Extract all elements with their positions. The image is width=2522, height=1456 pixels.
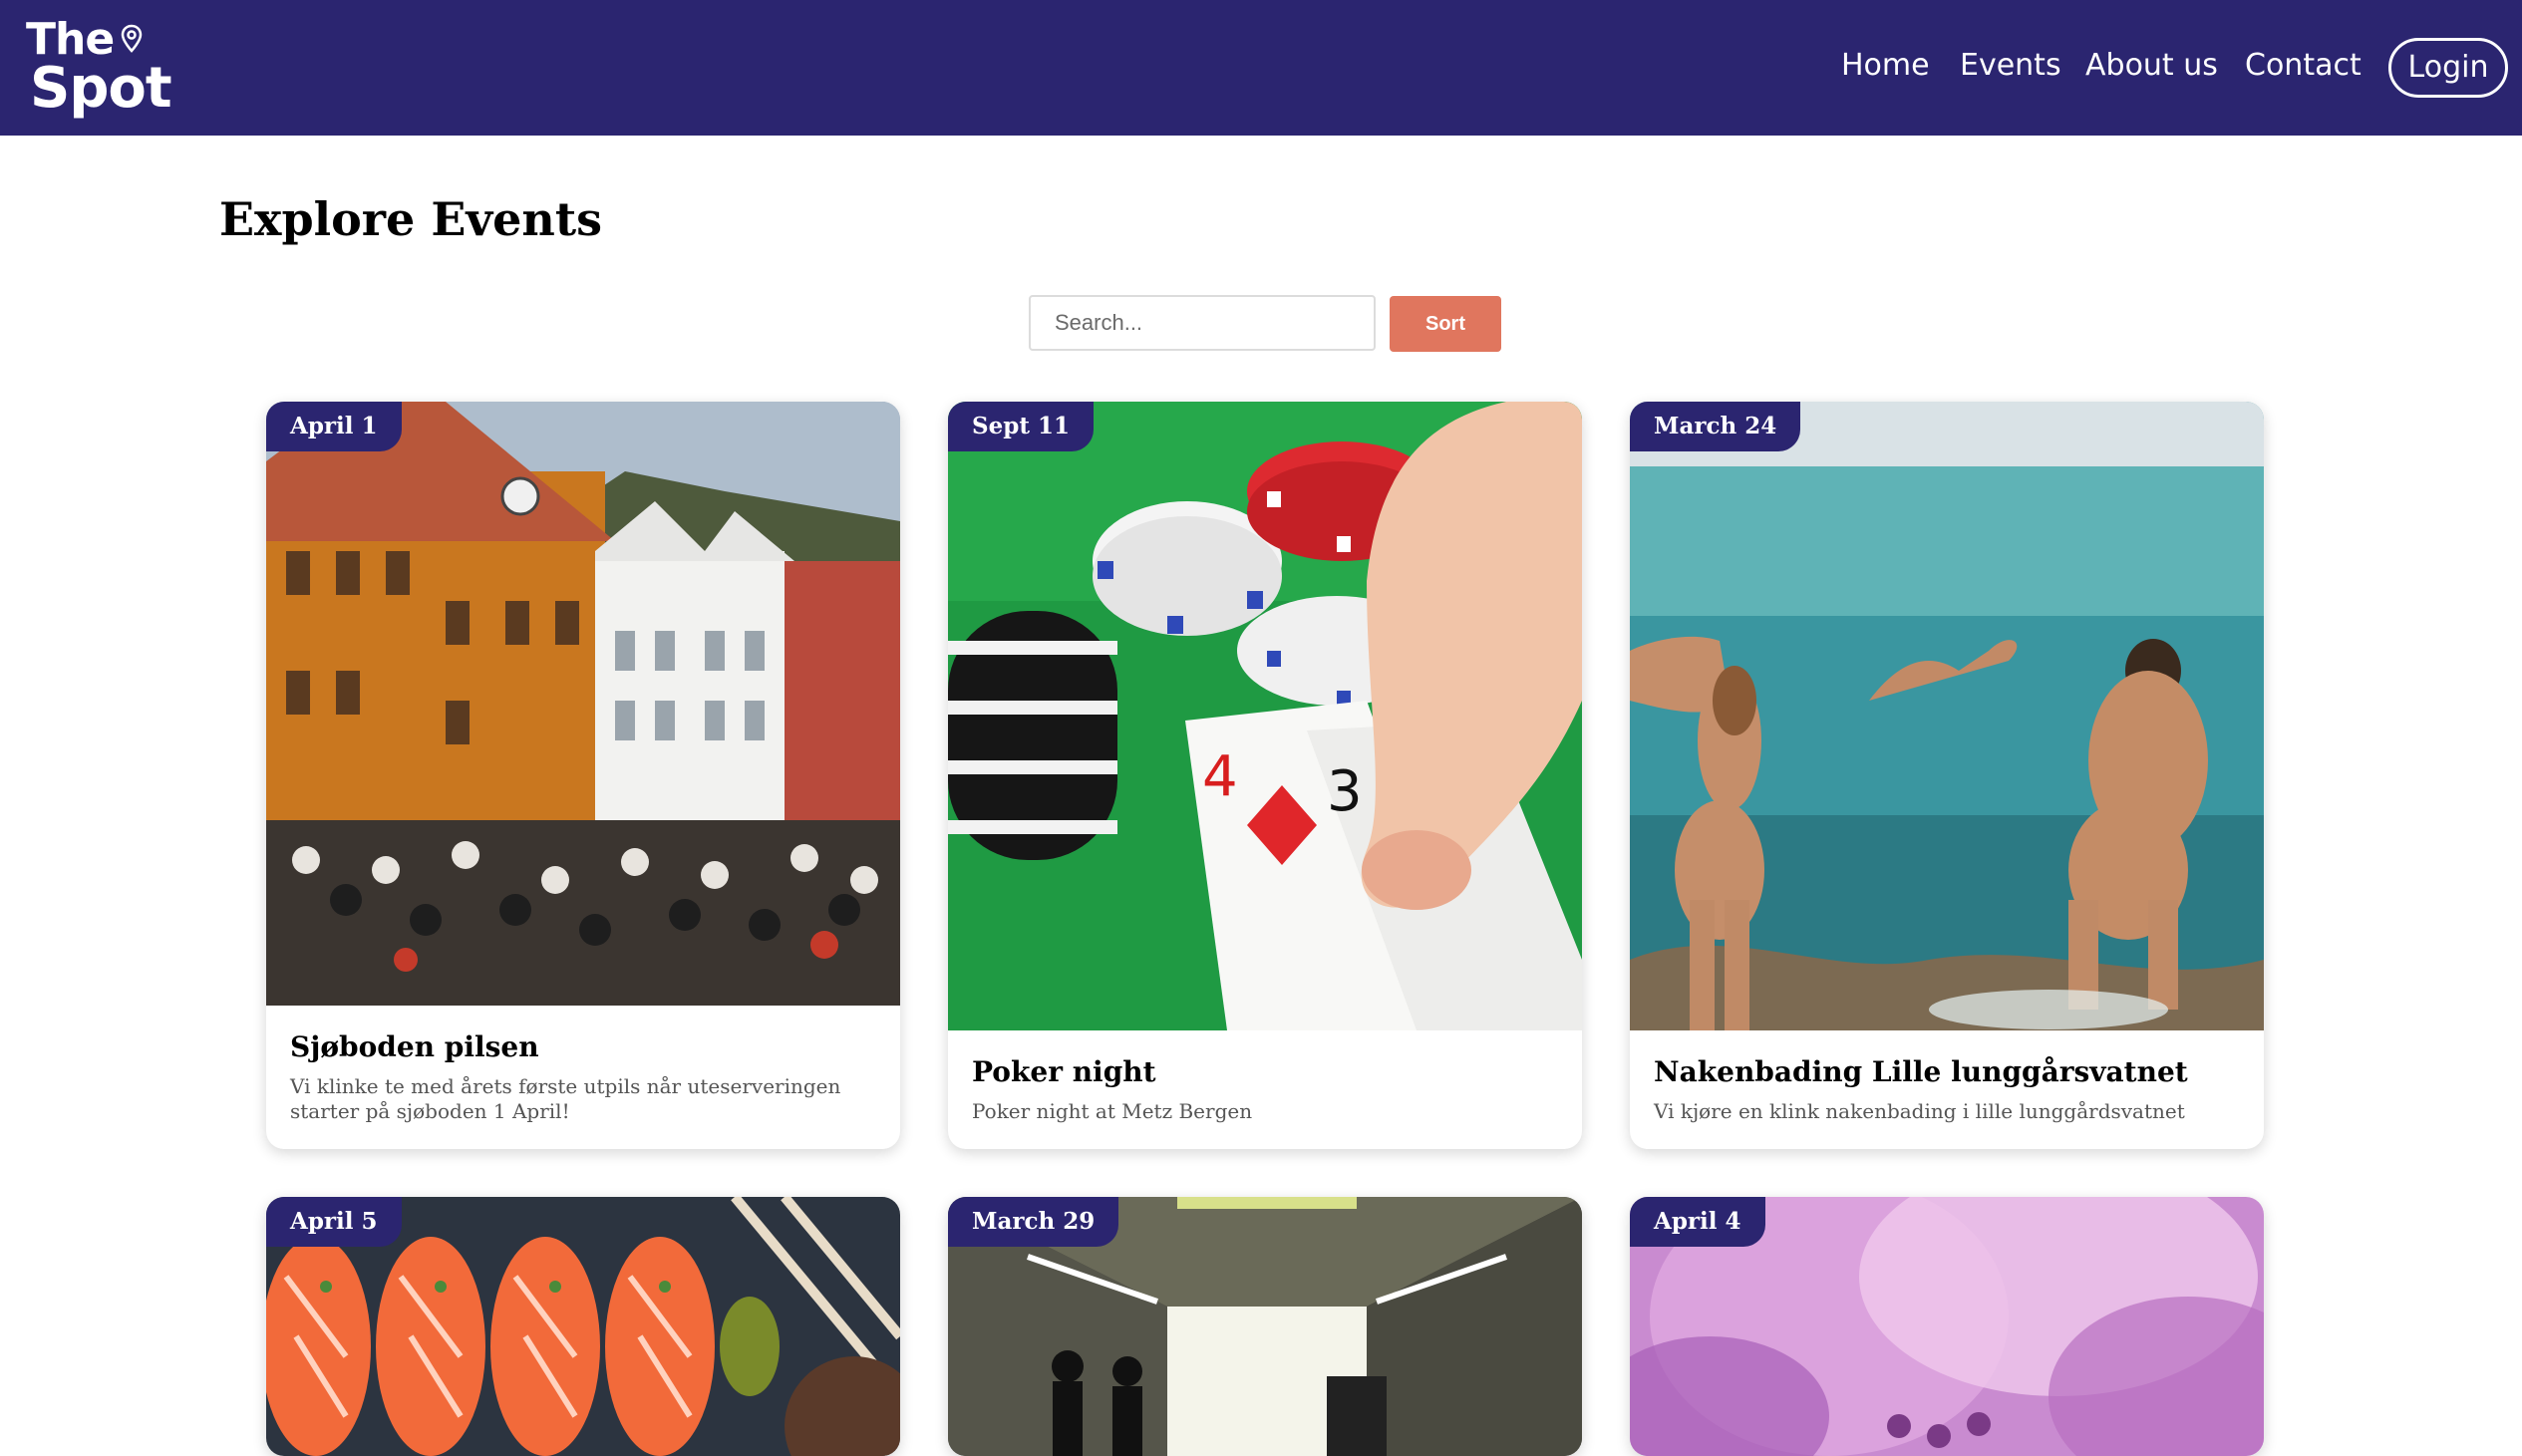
event-description: Vi klinke te med årets første utpils når… [290, 1074, 841, 1123]
svg-text:4: 4 [1202, 744, 1238, 809]
event-title: Poker night [972, 1055, 1156, 1088]
site-logo[interactable]: The Spot [26, 16, 175, 118]
event-card[interactable]: March 24 Nakenbading Lille lunggårsvatne… [1630, 402, 2264, 1149]
event-card[interactable]: April 1 Sjøboden pilsen Vi klinke te med… [266, 402, 900, 1149]
event-title: Nakenbading Lille lunggårsvatnet [1654, 1055, 2188, 1088]
event-card[interactable]: 4 3 Sept 11 Poker night Poker night at M… [948, 402, 1582, 1149]
page-title: Explore Events [219, 192, 602, 246]
nav-contact[interactable]: Contact [2245, 48, 2362, 84]
event-date-badge: April 1 [266, 402, 402, 451]
svg-text:3: 3 [1327, 759, 1363, 824]
nav-home[interactable]: Home [1841, 48, 1930, 84]
search-input[interactable] [1029, 295, 1376, 351]
nav-events[interactable]: Events [1960, 48, 2061, 84]
event-image [1630, 402, 2264, 1030]
top-navbar: The Spot Home Events About us Contact Lo… [0, 0, 2522, 136]
nav-about-us[interactable]: About us [2085, 48, 2218, 84]
sort-button[interactable]: Sort [1390, 296, 1501, 352]
event-card[interactable]: April 4 [1630, 1197, 2264, 1456]
event-card[interactable]: March 29 [948, 1197, 1582, 1456]
event-date-badge: March 24 [1630, 402, 1801, 451]
event-image: 4 3 [948, 402, 1582, 1030]
event-date-badge: April 5 [266, 1197, 402, 1247]
event-title: Sjøboden pilsen [290, 1030, 539, 1063]
event-date-badge: March 29 [948, 1197, 1119, 1247]
event-card[interactable]: April 5 [266, 1197, 900, 1456]
event-description: Poker night at Metz Bergen [972, 1099, 1253, 1123]
event-date-badge: April 4 [1630, 1197, 1765, 1247]
login-button[interactable]: Login [2388, 38, 2508, 98]
event-description: Vi kjøre en klink nakenbading i lille lu… [1654, 1099, 2185, 1123]
logo-text-bottom: Spot [30, 56, 172, 121]
event-date-badge: Sept 11 [948, 402, 1094, 451]
event-image [266, 402, 900, 1006]
map-pin-icon [121, 24, 143, 53]
